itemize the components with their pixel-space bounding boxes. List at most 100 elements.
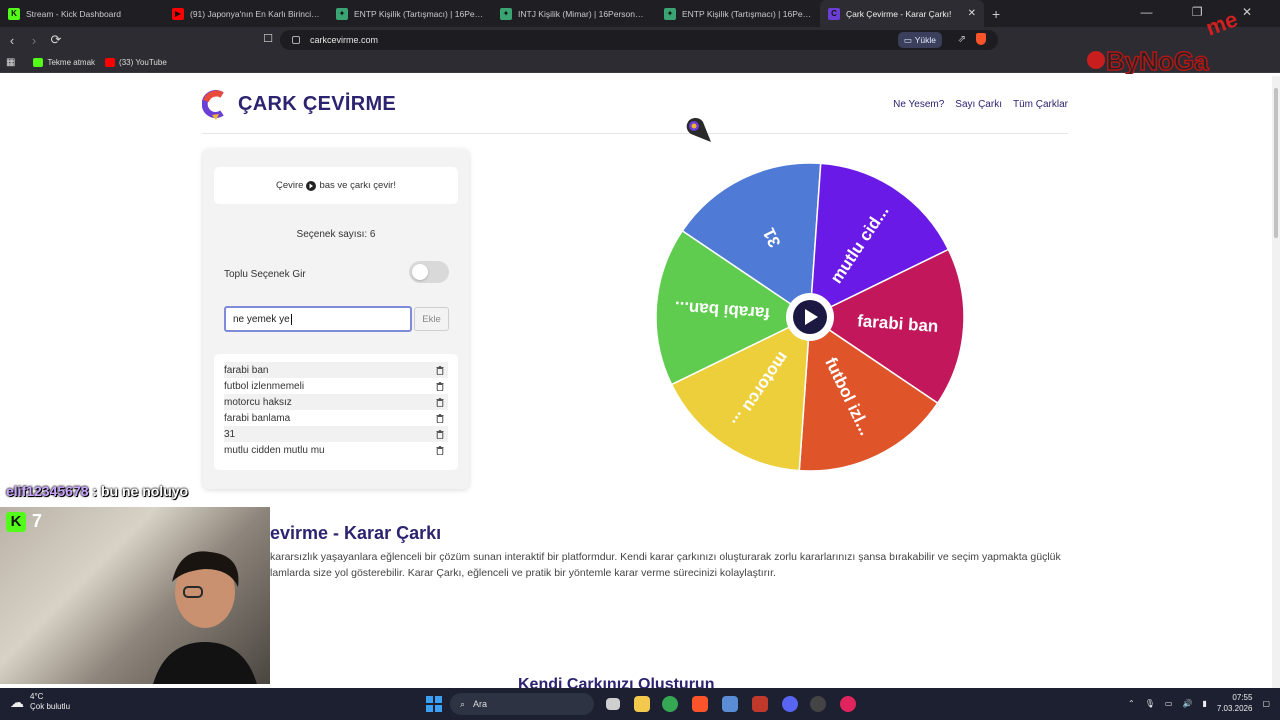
browser-tab[interactable]: C Çark Çevirme - Karar Çarkı! ✕ xyxy=(820,0,984,27)
trash-icon[interactable] xyxy=(436,413,444,423)
microphone-icon[interactable]: 🎙 xyxy=(1145,699,1155,708)
tab-favicon-icon: K xyxy=(8,7,20,20)
brand-title[interactable]: ÇARK ÇEVİRME xyxy=(238,93,396,116)
spin-hint: Çevire bas ve çarkı çevir! xyxy=(214,167,458,204)
clock-time: 07:55 xyxy=(1232,693,1253,702)
tab-favicon-icon: ▶ xyxy=(172,7,184,20)
share-icon[interactable]: ⇗ xyxy=(958,34,966,45)
description-line: lamlarda size yol gösterebilir. Karar Ça… xyxy=(270,567,776,579)
hint-text-before: Çevire xyxy=(275,180,304,191)
search-placeholder: Ara xyxy=(473,699,488,709)
text-caret xyxy=(290,313,292,325)
bookmark-label: (33) YouTube xyxy=(119,58,167,67)
nav-link-tum-carklar[interactable]: Tüm Çarklar xyxy=(1013,99,1068,110)
settings-icon[interactable] xyxy=(722,696,738,712)
browser-tab[interactable]: ✦ ENTP Kişilik (Tartışmacı) | 16Personali… xyxy=(656,0,820,27)
new-tab-icon[interactable]: + xyxy=(984,6,1008,22)
file-explorer-icon[interactable] xyxy=(634,696,650,712)
hint-text-after: bas ve çarkı çevir! xyxy=(319,180,396,191)
option-row: farabi ban xyxy=(224,362,448,378)
chevron-up-icon[interactable]: ⌃ xyxy=(1128,699,1135,708)
nav-link-ne-yesem[interactable]: Ne Yesem? xyxy=(893,99,944,110)
brave-icon[interactable] xyxy=(692,696,708,712)
nav-link-sayi-carki[interactable]: Sayı Çarkı xyxy=(955,99,1002,110)
discord-icon[interactable] xyxy=(782,696,798,712)
bookmark-icon[interactable]: ☐ xyxy=(258,32,278,45)
browser-tab[interactable]: K Stream - Kick Dashboard xyxy=(0,0,164,27)
back-icon[interactable]: ‹ xyxy=(2,33,22,48)
option-label: 31 xyxy=(224,428,236,440)
system-tray: ⌃ 🎙 ▭ 🔊 ▮ 07:55 7.03.2026 ▢ xyxy=(1128,692,1270,714)
battery-icon[interactable]: ▮ xyxy=(1202,699,1206,708)
brave-shield-icon[interactable] xyxy=(976,33,986,45)
tab-label: ENTP Kişilik (Tartışmacı) | 16Personalit xyxy=(354,8,484,19)
trash-icon[interactable] xyxy=(436,445,444,455)
bookmark-item[interactable]: (33) YouTube xyxy=(105,58,167,67)
section-title: evirme - Karar Çarkı xyxy=(270,523,442,543)
trash-icon[interactable] xyxy=(436,397,444,407)
bulk-entry-label: Toplu Seçenek Gir xyxy=(224,269,306,280)
app-icon[interactable] xyxy=(752,696,768,712)
reload-icon[interactable]: ⟳ xyxy=(46,32,66,48)
chrome-icon[interactable] xyxy=(662,696,678,712)
option-label: motorcu haksız xyxy=(224,396,292,408)
bulk-entry-toggle[interactable] xyxy=(409,261,449,283)
option-input[interactable]: ne yemek ye xyxy=(224,306,412,332)
svg-text:me: me xyxy=(1203,6,1241,40)
close-tab-icon[interactable]: ✕ xyxy=(968,8,976,19)
notification-icon[interactable]: ▢ xyxy=(1262,699,1270,708)
toggle-knob xyxy=(412,264,428,280)
browser-tab[interactable]: ▶ (91) Japonya'nın En Karlı Birinci Sınıf xyxy=(164,0,328,27)
add-option-button[interactable]: Ekle xyxy=(414,307,449,331)
option-count: Seçenek sayısı: 6 xyxy=(296,229,376,240)
option-row: futbol izlenmemeli xyxy=(224,378,448,394)
taskbar-search[interactable]: ⌕ Ara xyxy=(450,693,594,715)
streamer-silhouette xyxy=(153,551,257,684)
option-row: 31 xyxy=(224,426,448,442)
obs-icon[interactable] xyxy=(810,696,826,712)
tab-favicon-icon: ✦ xyxy=(500,7,512,20)
brand-logo-icon[interactable] xyxy=(202,89,228,121)
chat-text: : bu ne noluyo xyxy=(92,483,189,499)
tab-favicon-icon: C xyxy=(828,7,840,20)
wheel-pointer-icon xyxy=(686,117,711,142)
decision-wheel[interactable]: 31 mutlu cid...farabi banfutbol izl...mot… xyxy=(654,161,966,473)
weather-widget[interactable]: ☁ 4°C Çok bulutlu xyxy=(10,692,70,712)
option-label: futbol izlenmemeli xyxy=(224,380,305,392)
browser-tab[interactable]: ✦ INTJ Kişilik (Mimar) | 16Personalities xyxy=(492,0,656,27)
site-header: ÇARK ÇEVİRME Ne Yesem? Sayı Çarkı Tüm Ça… xyxy=(202,76,1068,134)
bookmark-label: Tekme atmak xyxy=(47,58,96,67)
windows-start-icon[interactable] xyxy=(426,696,442,712)
trash-icon[interactable] xyxy=(436,365,444,375)
clock[interactable]: 07:55 7.03.2026 xyxy=(1217,692,1253,714)
cloud-icon: ☁ xyxy=(10,694,24,710)
webcam-feed: K 7 xyxy=(0,507,270,684)
temperature: 4°C xyxy=(30,692,44,701)
trash-icon[interactable] xyxy=(436,381,444,391)
overlay-brand-text: ByNoGa xyxy=(1106,46,1209,74)
description-line: kararsızlık yaşayanlara eğlenceli bir çö… xyxy=(270,551,1061,563)
tab-favicon-icon: ✦ xyxy=(336,7,348,20)
task-view-icon[interactable] xyxy=(606,698,620,710)
top-navigation: Ne Yesem? Sayı Çarkı Tüm Çarklar xyxy=(893,99,1068,110)
trash-icon[interactable] xyxy=(436,429,444,439)
url-field[interactable]: carkcevirme.com ▭ Yükle ⇗ xyxy=(280,30,998,50)
tab-label: ENTP Kişilik (Tartışmacı) | 16Personalit xyxy=(682,8,812,19)
viewer-count-value: 7 xyxy=(32,511,43,531)
volume-icon[interactable]: 🔊 xyxy=(1182,699,1192,708)
upload-button[interactable]: ▭ Yükle xyxy=(897,32,942,48)
option-label: farabi banlama xyxy=(224,412,291,424)
kick-icon: K xyxy=(6,511,26,532)
site-info-icon[interactable] xyxy=(292,36,300,44)
options-list: farabi ban futbol izlenmemeli motorcu haks… xyxy=(214,354,458,470)
bookmark-item[interactable]: Tekme atmak xyxy=(33,58,95,67)
browser-tab[interactable]: ✦ ENTP Kişilik (Tartışmacı) | 16Personali… xyxy=(328,0,492,27)
play-icon xyxy=(306,180,317,191)
scrollbar-thumb[interactable] xyxy=(1274,88,1278,238)
apps-grid-icon[interactable]: ▦ xyxy=(6,57,15,68)
url-text: carkcevirme.com xyxy=(310,35,379,45)
page-scrollbar[interactable] xyxy=(1272,76,1280,688)
network-icon[interactable]: ▭ xyxy=(1165,699,1173,708)
forward-icon[interactable]: › xyxy=(24,33,44,48)
recorder-icon[interactable] xyxy=(840,696,856,712)
